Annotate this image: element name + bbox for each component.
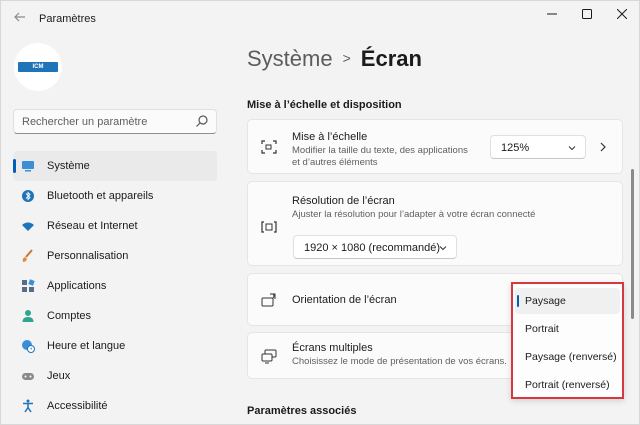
scale-subtitle: et d’autres éléments [292,157,378,168]
sidebar-item-label: Jeux [47,370,71,382]
arrow-left-icon [14,12,25,22]
settings-window: Paramètres ICM Rechercher un paramètre S… [0,0,640,425]
person-icon [22,310,34,322]
breadcrumb-parent[interactable]: Système [247,46,333,71]
search-placeholder: Rechercher un paramètre [22,116,148,128]
scale-title: Mise à l’échelle [292,131,368,143]
minimize-button[interactable] [539,7,565,23]
section-title-related: Paramètres associés [247,405,357,417]
minimize-icon [547,13,557,15]
breadcrumb: Système > Écran [247,46,422,74]
orientation-option-portrait-renverse[interactable]: Portrait (renversé) [515,372,620,398]
user-avatar[interactable]: ICM [14,43,62,91]
brush-icon [22,249,33,262]
chevron-right-icon[interactable] [599,142,607,152]
resolution-title: Résolution de l’écran [292,195,395,207]
orientation-option-paysage[interactable]: Paysage [515,288,620,314]
resolution-icon [261,221,277,233]
sidebar-item-reseau[interactable]: Réseau et Internet [13,211,217,241]
sidebar-item-systeme[interactable]: Système [13,151,217,181]
scrollbar[interactable] [631,169,634,319]
gamepad-icon [22,373,34,380]
maximize-button[interactable] [574,7,600,23]
bluetooth-icon [22,190,34,202]
title-bar: Paramètres [1,1,639,35]
back-button[interactable] [13,11,27,25]
maximize-icon [582,9,592,19]
sidebar-item-label: Applications [47,280,107,292]
sidebar-item-label: Réseau et Internet [47,220,138,232]
sidebar-item-jeux[interactable]: Jeux [13,361,217,391]
sidebar-item-label: Système [47,160,90,172]
multi-monitor-icon [261,349,277,364]
resolution-subtitle: Ajuster la résolution pour l’adapter à v… [292,209,536,220]
scale-value: 125% [501,142,530,154]
sidebar-item-comptes[interactable]: Comptes [13,301,217,331]
orientation-option-paysage-renverse[interactable]: Paysage (renversé) [515,344,620,370]
orientation-option-portrait[interactable]: Portrait [515,316,620,342]
apps-icon [22,279,35,292]
multi-screens-title: Écrans multiples [292,342,373,354]
close-icon [616,8,628,20]
sidebar-item-label: Bluetooth et appareils [47,190,154,202]
option-label: Paysage [525,295,566,307]
accessibility-icon [23,399,33,413]
orientation-flyout: Paysage Portrait Paysage (renversé) Port… [511,282,624,399]
page-title: Écran [360,46,422,71]
sidebar-item-applications[interactable]: Applications [13,271,217,301]
resolution-dropdown[interactable]: 1920 × 1080 (recommandé) [293,235,457,259]
search-input[interactable]: Rechercher un paramètre [13,109,217,134]
chevron-down-icon [568,146,576,151]
app-title: Paramètres [39,13,96,25]
sidebar-item-personnalisation[interactable]: Personnalisation [13,241,217,271]
option-label: Portrait (renversé) [525,379,610,391]
orientation-icon [261,293,276,307]
sidebar-item-label: Heure et langue [47,340,126,352]
scale-card[interactable]: Mise à l’échelle Modifier la taille du t… [247,119,623,174]
scale-dropdown[interactable]: 125% [490,135,586,159]
section-title-scale: Mise à l’échelle et disposition [247,99,402,111]
resolution-value: 1920 × 1080 (recommandé) [304,242,441,254]
sidebar-nav: Système Bluetooth et appareils Réseau et… [13,151,217,421]
wifi-icon [22,222,34,231]
chevron-down-icon [439,246,447,251]
sidebar-item-label: Comptes [47,310,92,322]
sidebar-item-label: Personnalisation [47,250,129,262]
scale-subtitle: Modifier la taille du texte, des applica… [292,145,468,156]
search-icon [196,115,208,127]
resolution-card: Résolution de l’écran Ajuster la résolut… [247,181,623,266]
option-label: Portrait [525,323,559,335]
monitor-icon [22,161,34,172]
scale-icon [261,140,277,154]
sidebar-item-accessibilite[interactable]: Accessibilité [13,391,217,421]
globe-clock-icon [22,340,35,353]
option-label: Paysage (renversé) [525,351,617,363]
orientation-title: Orientation de l’écran [292,294,397,306]
logo: ICM [18,62,58,72]
multi-screens-subtitle: Choisissez le mode de présentation de vo… [292,356,507,367]
sidebar-item-label: Accessibilité [47,400,108,412]
breadcrumb-separator: > [342,50,351,66]
sidebar-item-heure-langue[interactable]: Heure et langue [13,331,217,361]
close-button[interactable] [609,7,635,23]
sidebar-item-bluetooth[interactable]: Bluetooth et appareils [13,181,217,211]
